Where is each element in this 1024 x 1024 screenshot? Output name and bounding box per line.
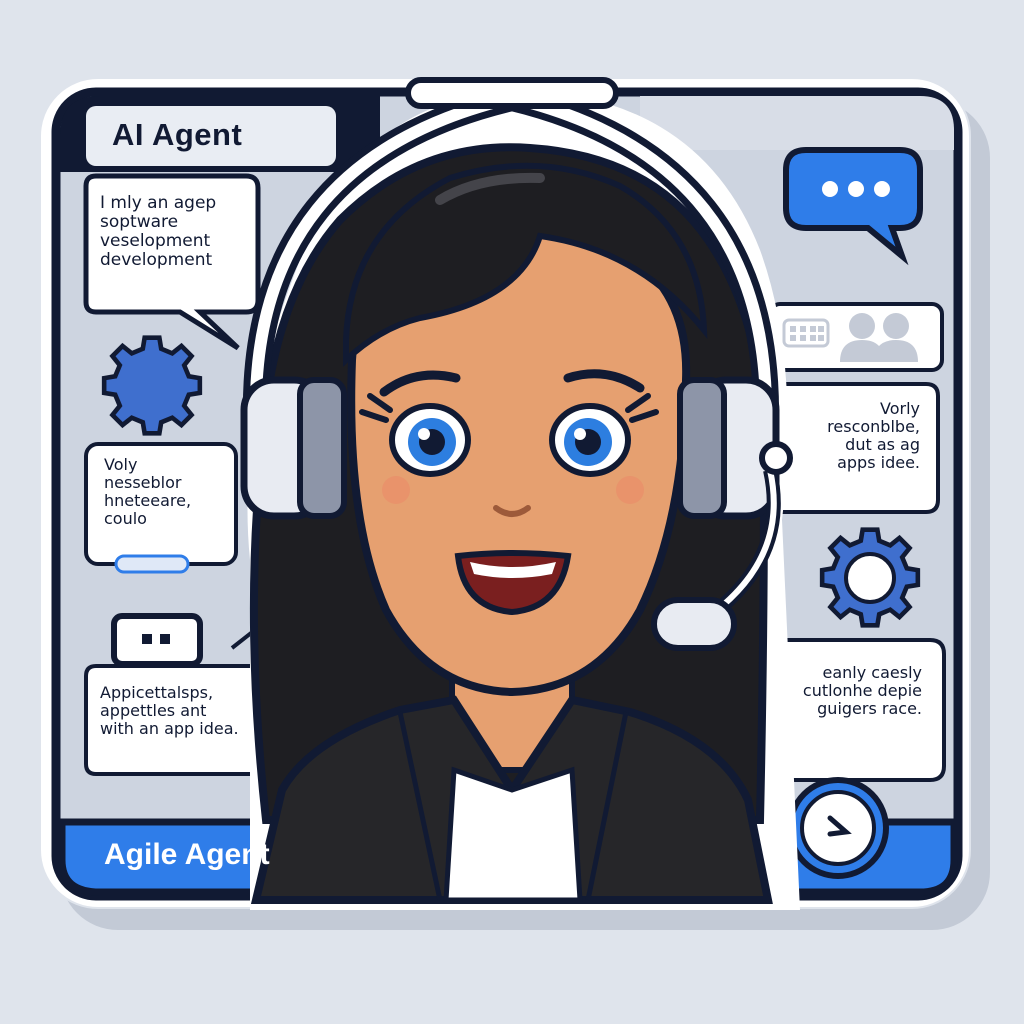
bubble-bottom-right-text: eanly caesly cutlonhe depie guigers race… — [802, 663, 922, 718]
app-title: AI Agent — [112, 117, 243, 152]
bubble-top-left-text: I mly an agep soptware veselopment devel… — [100, 193, 217, 271]
bubble-mid-right-text: Vorly resconblbe, dut as ag apps idee. — [827, 399, 920, 472]
header-strip-right — [640, 96, 954, 150]
app-window: AI Agent I mly an agep soptware veselopm… — [0, 0, 1024, 1024]
keyboard-icon — [782, 318, 830, 348]
next-arrow-icon[interactable] — [787, 777, 889, 879]
gear-icon-left — [101, 335, 203, 436]
bubble-mid-left-text: Voly nesseblor hneteeare, coulo — [104, 455, 192, 528]
dots-icon[interactable] — [111, 613, 203, 667]
agent-avatar — [240, 77, 800, 910]
bubble-bottom-left-text: Appicettalsps, appettles ant with an app… — [100, 683, 239, 738]
footer-agent-label[interactable]: Agile Agent — [104, 838, 270, 872]
gear-icon-right — [819, 527, 921, 628]
